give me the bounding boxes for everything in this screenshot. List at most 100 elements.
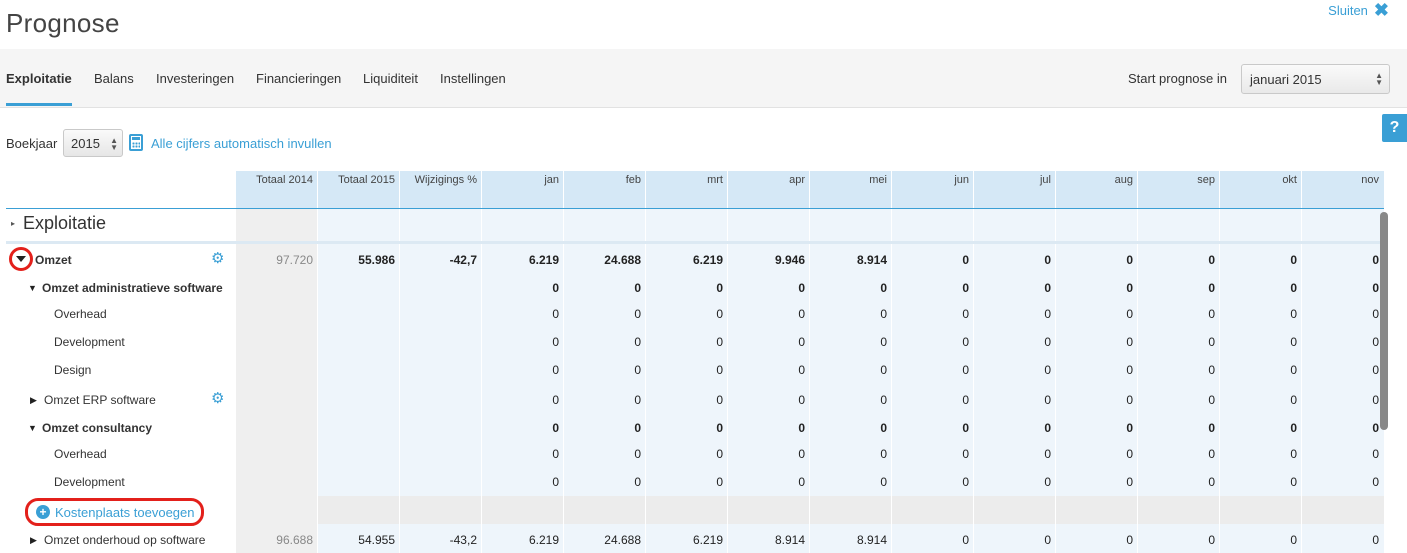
tab-investeringen[interactable]: Investeringen <box>156 71 234 86</box>
value-cell[interactable]: 0 <box>817 307 887 321</box>
value-cell[interactable]: 0 <box>981 475 1051 489</box>
value-cell[interactable]: 0 <box>1145 307 1215 321</box>
value-cell[interactable]: 0 <box>981 533 1051 547</box>
value-cell[interactable]: 0 <box>1227 447 1297 461</box>
value-cell[interactable]: 0 <box>489 363 559 377</box>
calculator-icon[interactable] <box>129 134 143 151</box>
value-cell[interactable]: 0 <box>899 307 969 321</box>
value-cell[interactable]: 0 <box>899 281 969 295</box>
value-cell[interactable]: 0 <box>735 393 805 407</box>
close-button[interactable]: Sluiten ✖ <box>1328 1 1389 19</box>
tab-liquiditeit[interactable]: Liquiditeit <box>363 71 418 86</box>
tab-financieringen[interactable]: Financieringen <box>256 71 341 86</box>
value-cell[interactable]: 9.946 <box>735 253 805 267</box>
value-cell[interactable]: 0 <box>1309 363 1379 377</box>
value-cell[interactable]: 0 <box>653 335 723 349</box>
value-cell[interactable]: 0 <box>1063 533 1133 547</box>
value-cell[interactable]: 0 <box>1227 307 1297 321</box>
section-exploitatie[interactable]: ▸ Exploitatie <box>11 213 106 234</box>
value-cell[interactable]: 0 <box>653 393 723 407</box>
value-cell[interactable]: 0 <box>1145 393 1215 407</box>
value-cell[interactable]: 0 <box>1309 281 1379 295</box>
autofill-link[interactable]: Alle cijfers automatisch invullen <box>151 136 332 151</box>
value-cell[interactable]: 8.914 <box>817 253 887 267</box>
value-cell[interactable]: 0 <box>1145 253 1215 267</box>
value-cell[interactable]: 0 <box>981 281 1051 295</box>
value-cell[interactable]: 0 <box>981 335 1051 349</box>
value-cell[interactable]: 0 <box>653 307 723 321</box>
value-cell[interactable]: 0 <box>571 281 641 295</box>
value-cell[interactable]: 0 <box>1145 281 1215 295</box>
value-cell[interactable]: 0 <box>735 307 805 321</box>
value-cell[interactable]: 0 <box>1145 421 1215 435</box>
value-cell[interactable]: 0 <box>1145 335 1215 349</box>
add-cost-center-button[interactable]: + Kostenplaats toevoegen <box>25 498 204 526</box>
value-cell[interactable]: 0 <box>1227 281 1297 295</box>
value-cell[interactable]: 0 <box>1309 335 1379 349</box>
value-cell[interactable]: 0 <box>735 421 805 435</box>
value-cell[interactable]: 0 <box>653 363 723 377</box>
value-cell[interactable]: 0 <box>1063 253 1133 267</box>
scrollbar-thumb[interactable] <box>1380 212 1388 430</box>
gear-icon[interactable]: ⚙ <box>211 251 226 266</box>
row-label-omzet-consultancy[interactable]: ▼ Omzet consultancy <box>28 421 152 435</box>
value-cell[interactable]: 0 <box>1309 447 1379 461</box>
value-cell[interactable]: 0 <box>489 393 559 407</box>
value-cell[interactable]: 6.219 <box>653 253 723 267</box>
value-cell[interactable]: 0 <box>653 281 723 295</box>
value-cell[interactable]: 0 <box>571 393 641 407</box>
value-cell[interactable]: 0 <box>899 533 969 547</box>
value-cell[interactable]: 0 <box>817 475 887 489</box>
gear-icon[interactable]: ⚙ <box>211 391 226 406</box>
value-cell[interactable]: 0 <box>1227 393 1297 407</box>
value-cell[interactable]: 0 <box>489 307 559 321</box>
value-cell[interactable]: 0 <box>1063 281 1133 295</box>
value-cell[interactable]: 0 <box>489 335 559 349</box>
value-cell[interactable]: 0 <box>1063 307 1133 321</box>
value-cell[interactable]: 0 <box>653 475 723 489</box>
value-cell[interactable]: 6.219 <box>489 253 559 267</box>
value-cell[interactable]: 0 <box>1227 335 1297 349</box>
value-cell[interactable]: 0 <box>817 421 887 435</box>
value-cell[interactable]: 0 <box>1145 363 1215 377</box>
value-cell[interactable]: 0 <box>571 363 641 377</box>
value-cell[interactable]: 0 <box>1063 421 1133 435</box>
value-cell[interactable]: 0 <box>1145 447 1215 461</box>
value-cell[interactable]: 0 <box>1227 533 1297 547</box>
value-cell[interactable]: 0 <box>899 393 969 407</box>
value-cell[interactable]: 0 <box>1063 335 1133 349</box>
value-cell[interactable]: 0 <box>1309 253 1379 267</box>
tab-exploitatie[interactable]: Exploitatie <box>6 71 72 86</box>
value-cell[interactable]: 0 <box>1145 475 1215 489</box>
help-button[interactable]: ? <box>1382 114 1407 142</box>
value-cell[interactable]: 24.688 <box>571 533 641 547</box>
row-label-omzet-onderhoud[interactable]: ▶ Omzet onderhoud op software <box>30 533 205 547</box>
value-cell[interactable]: 24.688 <box>571 253 641 267</box>
value-cell[interactable]: 0 <box>489 475 559 489</box>
value-cell[interactable]: 0 <box>1227 363 1297 377</box>
value-cell[interactable]: 0 <box>899 363 969 377</box>
value-cell[interactable]: 0 <box>571 307 641 321</box>
value-cell[interactable]: 0 <box>489 281 559 295</box>
value-cell[interactable]: 0 <box>1063 363 1133 377</box>
value-cell[interactable]: 0 <box>735 281 805 295</box>
value-cell[interactable]: 0 <box>571 447 641 461</box>
value-cell[interactable]: 0 <box>1309 421 1379 435</box>
value-cell[interactable]: 0 <box>899 335 969 349</box>
value-cell[interactable]: 0 <box>1309 533 1379 547</box>
value-cell[interactable]: 0 <box>981 421 1051 435</box>
value-cell[interactable]: 6.219 <box>653 533 723 547</box>
value-cell[interactable]: 0 <box>571 475 641 489</box>
value-cell[interactable]: 0 <box>1063 475 1133 489</box>
value-cell[interactable]: 0 <box>981 393 1051 407</box>
value-cell[interactable]: 0 <box>899 253 969 267</box>
row-label-omzet-admin[interactable]: ▼ Omzet administratieve software <box>28 281 223 295</box>
value-cell[interactable]: 0 <box>735 363 805 377</box>
value-cell[interactable]: 0 <box>489 447 559 461</box>
value-cell[interactable]: 0 <box>981 447 1051 461</box>
value-cell[interactable]: 6.219 <box>489 533 559 547</box>
value-cell[interactable]: 0 <box>1063 393 1133 407</box>
value-cell[interactable]: 0 <box>899 475 969 489</box>
value-cell[interactable]: 8.914 <box>817 533 887 547</box>
value-cell[interactable]: 0 <box>653 421 723 435</box>
